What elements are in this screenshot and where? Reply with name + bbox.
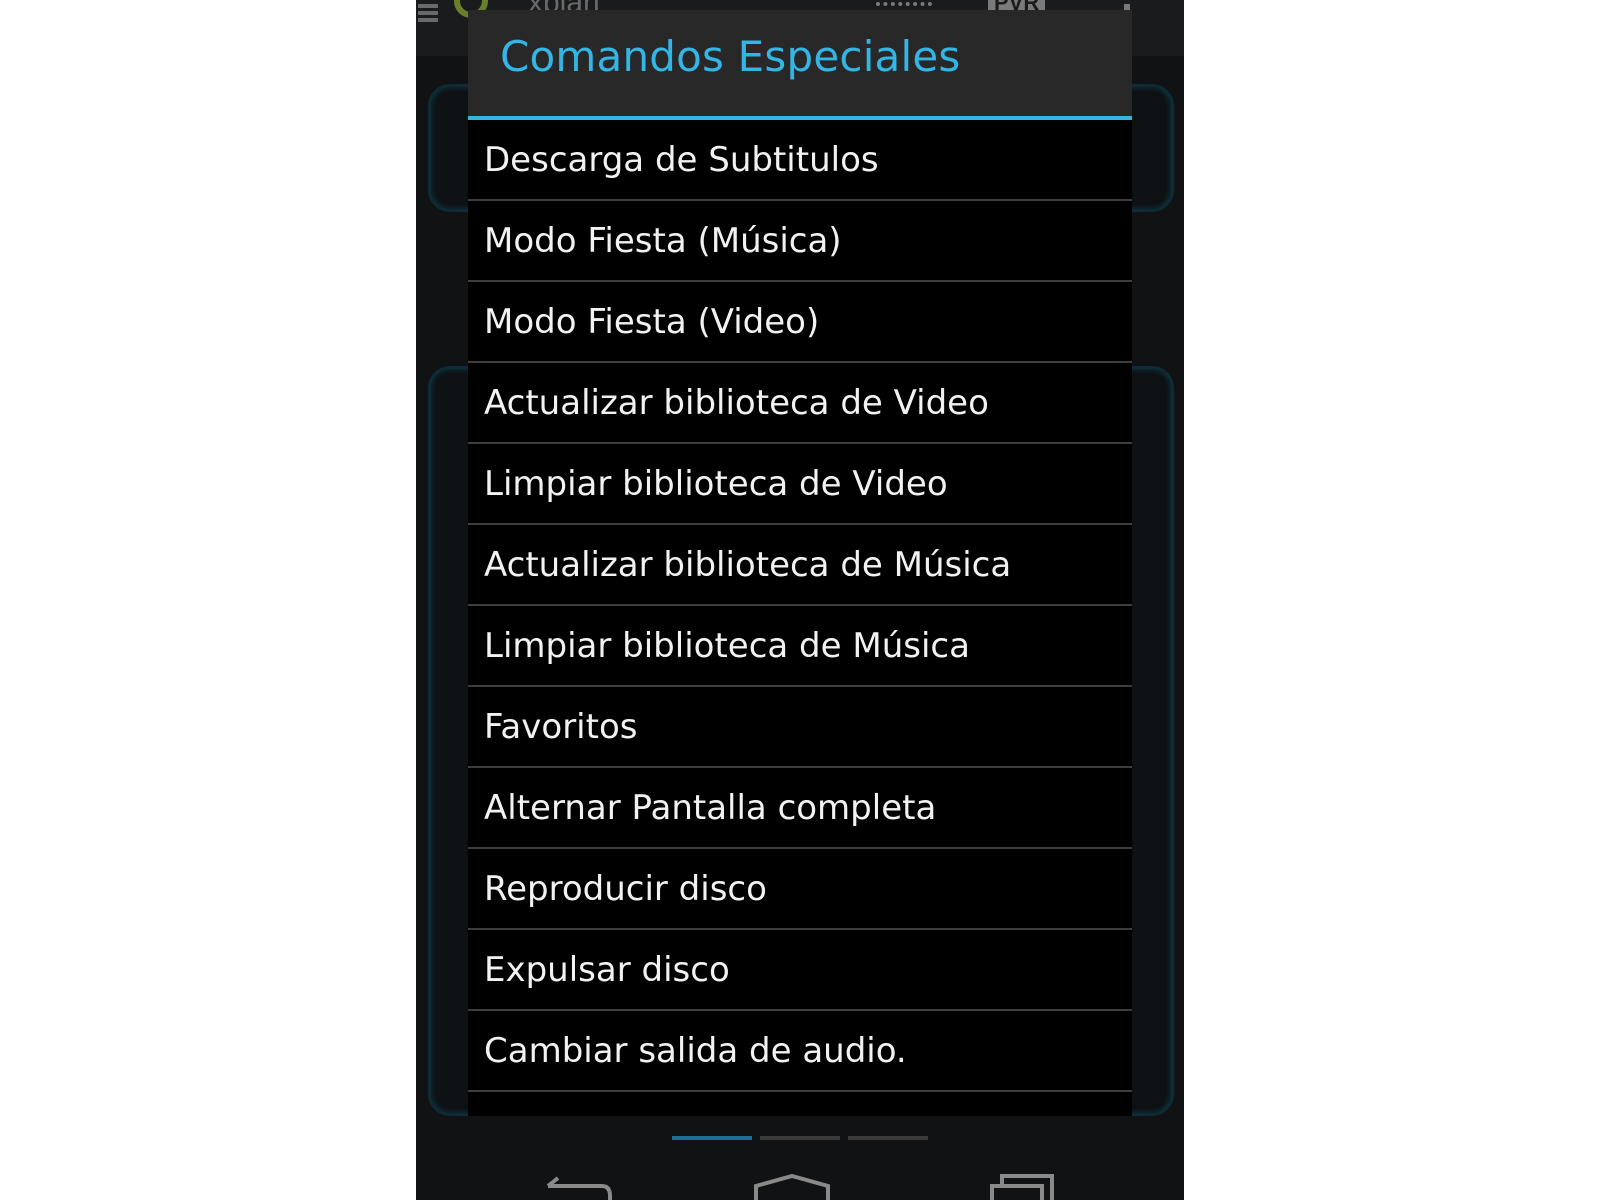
navigation-bar <box>416 1156 1184 1200</box>
command-favorites[interactable]: Favoritos <box>468 687 1132 768</box>
command-label: Limpiar biblioteca de Video <box>484 463 948 504</box>
dialog-title: Comandos Especiales <box>500 32 961 81</box>
command-label: Expulsar disco <box>484 949 730 990</box>
page-indicator-1 <box>672 1136 752 1140</box>
page-indicator <box>672 1136 928 1140</box>
command-party-mode-music[interactable]: Modo Fiesta (Música) <box>468 201 1132 282</box>
command-label: Cambiar salida de audio. <box>484 1030 907 1071</box>
command-list: Descarga de Subtitulos Modo Fiesta (Músi… <box>468 120 1132 1092</box>
recent-apps-icon[interactable] <box>984 1174 1064 1200</box>
page-indicator-2 <box>760 1136 840 1140</box>
command-label: Actualizar biblioteca de Música <box>484 544 1012 585</box>
command-label: Actualizar biblioteca de Video <box>484 382 989 423</box>
command-change-audio-output[interactable]: Cambiar salida de audio. <box>468 1011 1132 1092</box>
command-eject-disc[interactable]: Expulsar disco <box>468 930 1132 1011</box>
home-icon[interactable] <box>752 1174 832 1200</box>
back-icon[interactable] <box>538 1174 618 1200</box>
command-label: Modo Fiesta (Video) <box>484 301 820 342</box>
command-clean-video-library[interactable]: Limpiar biblioteca de Video <box>468 444 1132 525</box>
command-label: Favoritos <box>484 706 638 747</box>
command-download-subtitles[interactable]: Descarga de Subtitulos <box>468 120 1132 201</box>
page-indicator-3 <box>848 1136 928 1140</box>
command-party-mode-video[interactable]: Modo Fiesta (Video) <box>468 282 1132 363</box>
command-label: Limpiar biblioteca de Música <box>484 625 970 666</box>
command-label: Modo Fiesta (Música) <box>484 220 842 261</box>
command-toggle-fullscreen[interactable]: Alternar Pantalla completa <box>468 768 1132 849</box>
menu-icon[interactable] <box>418 4 438 22</box>
special-commands-dialog: Comandos Especiales Descarga de Subtitul… <box>468 10 1132 1116</box>
command-label: Descarga de Subtitulos <box>484 139 879 180</box>
command-clean-music-library[interactable]: Limpiar biblioteca de Música <box>468 606 1132 687</box>
dialog-header: Comandos Especiales <box>468 10 1132 116</box>
phone-screen: xbian PVR Comandos Especiales Descarga d… <box>416 0 1184 1200</box>
command-play-disc[interactable]: Reproducir disco <box>468 849 1132 930</box>
command-update-video-library[interactable]: Actualizar biblioteca de Video <box>468 363 1132 444</box>
command-label: Alternar Pantalla completa <box>484 787 937 828</box>
command-update-music-library[interactable]: Actualizar biblioteca de Música <box>468 525 1132 606</box>
command-label: Reproducir disco <box>484 868 767 909</box>
